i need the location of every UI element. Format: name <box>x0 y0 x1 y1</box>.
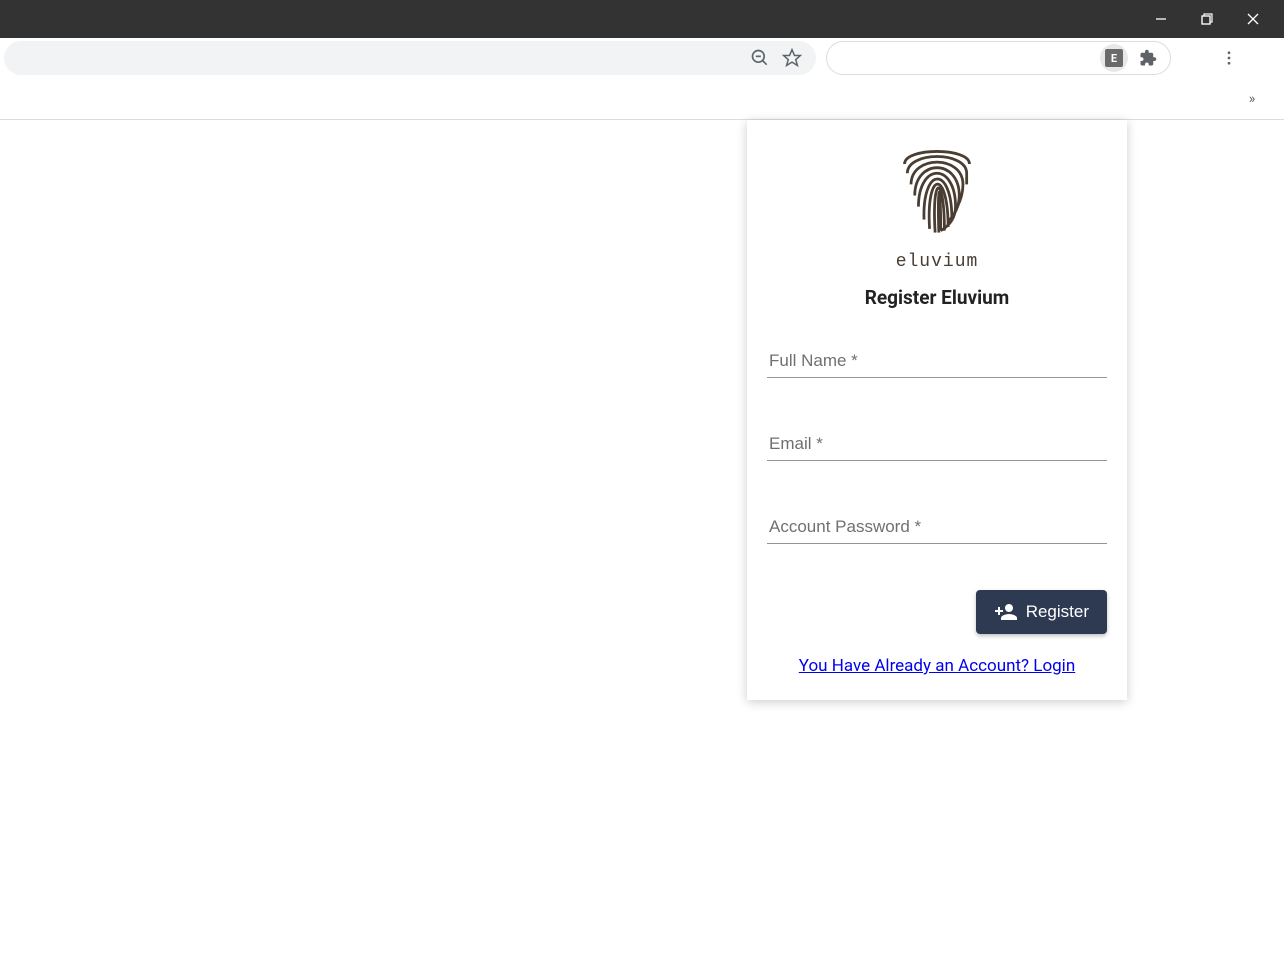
zoom-out-icon <box>750 48 770 68</box>
password-field-wrapper <box>767 511 1107 544</box>
minimize-icon <box>1155 13 1167 25</box>
profile-extensions-pill: E <box>826 41 1171 75</box>
minimize-button[interactable] <box>1138 0 1184 38</box>
maximize-button[interactable] <box>1184 0 1230 38</box>
star-icon <box>782 48 802 68</box>
register-row: Register <box>767 590 1107 634</box>
login-link[interactable]: You Have Already an Account? Login <box>799 656 1075 676</box>
puzzle-icon <box>1139 49 1157 67</box>
fullname-field-wrapper <box>767 345 1107 378</box>
fullname-input[interactable] <box>767 345 1107 378</box>
browser-menu-button[interactable] <box>1213 42 1245 74</box>
eluvium-extension-button[interactable]: E <box>1100 44 1128 72</box>
login-link-row: You Have Already an Account? Login <box>767 656 1107 676</box>
register-button[interactable]: Register <box>976 590 1107 634</box>
address-bar[interactable] <box>4 41 816 75</box>
extension-popup: eluvium Register Eluvium Register You Ha… <box>747 120 1127 700</box>
email-input[interactable] <box>767 428 1107 461</box>
close-button[interactable] <box>1230 0 1276 38</box>
maximize-icon <box>1201 13 1213 25</box>
chevron-right-double-icon: » <box>1249 91 1256 107</box>
popup-title: Register Eluvium <box>767 286 1107 309</box>
brand-logo-area: eluvium <box>767 138 1107 272</box>
bookmark-button[interactable] <box>776 42 808 74</box>
window-titlebar <box>0 0 1284 38</box>
page-content: eluvium Register Eluvium Register You Ha… <box>0 120 1284 978</box>
extensions-menu-button[interactable] <box>1132 42 1164 74</box>
kebab-icon <box>1220 49 1238 67</box>
browser-toolbar: E <box>0 38 1284 78</box>
fingerprint-shield-icon <box>889 138 985 240</box>
extension-badge-letter: E <box>1105 49 1123 67</box>
email-field-wrapper <box>767 428 1107 461</box>
brand-name: eluvium <box>896 252 979 272</box>
close-icon <box>1247 13 1259 25</box>
bookmarks-bar: » <box>0 78 1284 120</box>
password-input[interactable] <box>767 511 1107 544</box>
bookmarks-overflow-button[interactable]: » <box>1240 87 1264 111</box>
person-add-icon <box>994 600 1018 624</box>
register-button-label: Register <box>1026 602 1089 622</box>
zoom-out-button[interactable] <box>744 42 776 74</box>
